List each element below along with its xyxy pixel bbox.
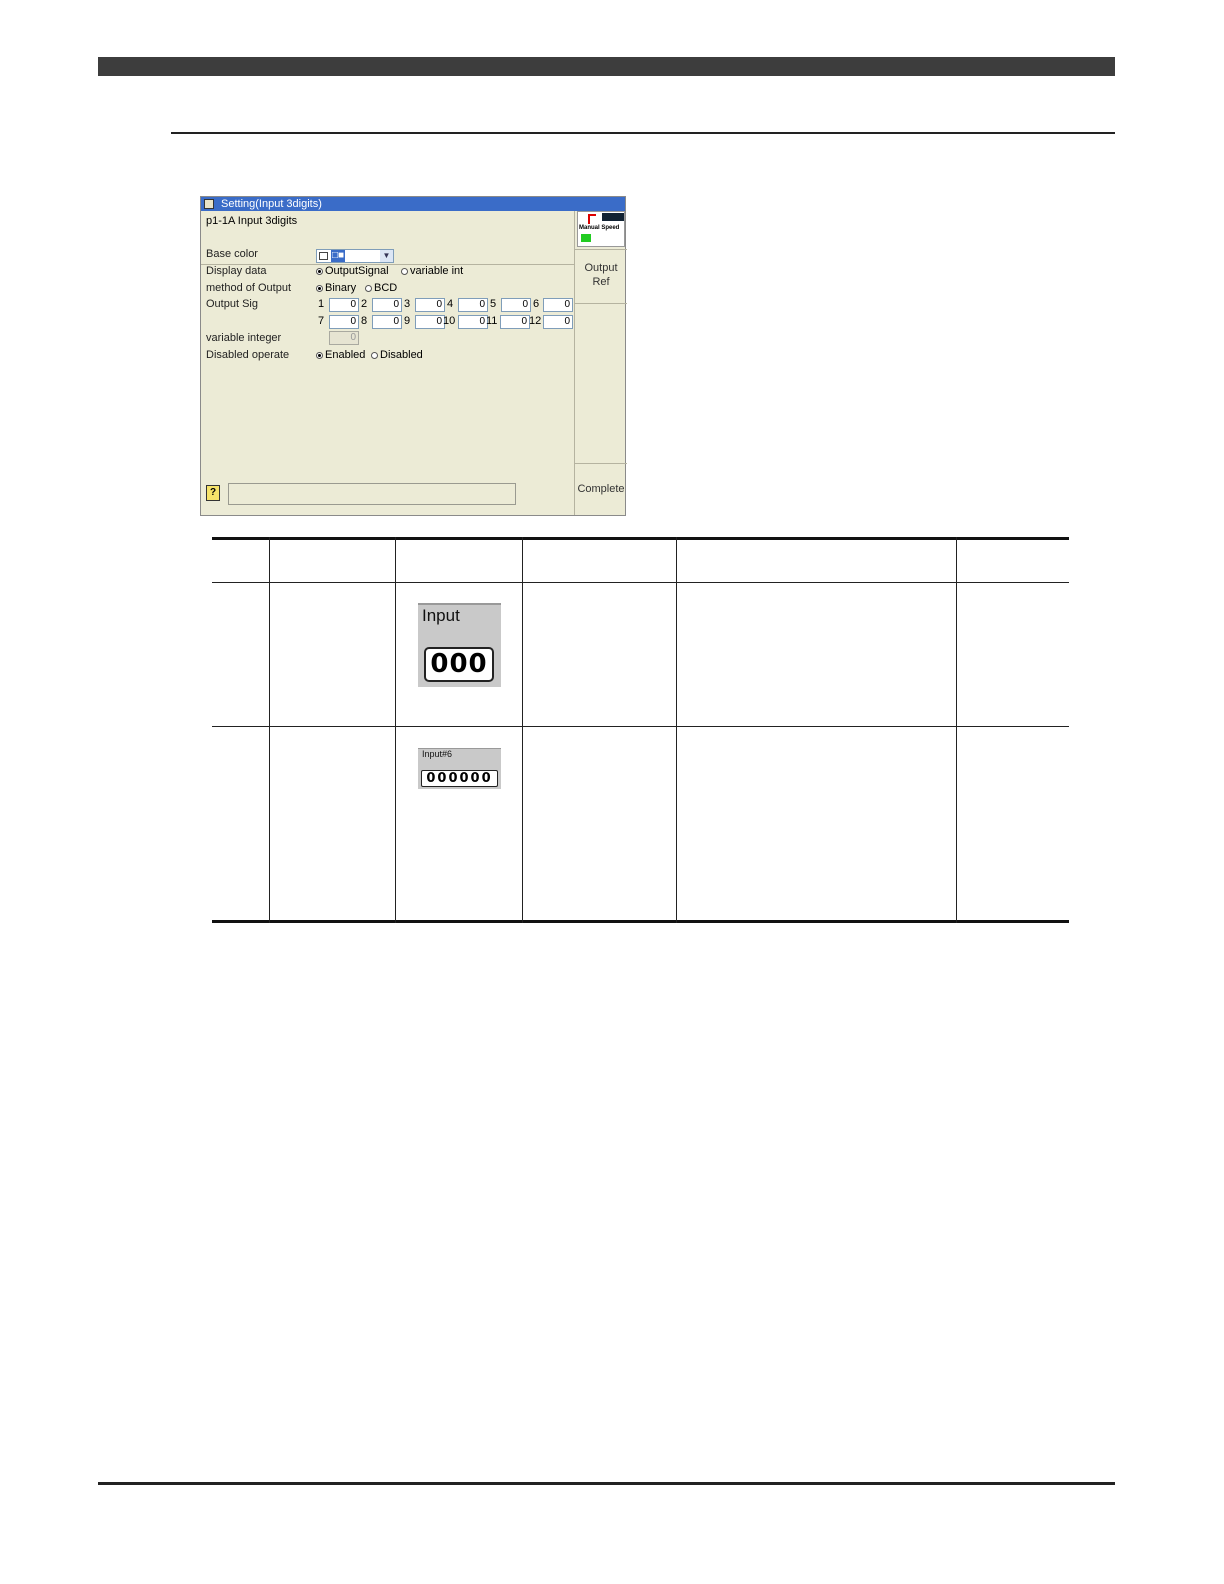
signal-number: 11 bbox=[486, 315, 498, 327]
message-bar bbox=[228, 483, 516, 505]
radio-label: Binary bbox=[325, 282, 357, 294]
signal-number: 3 bbox=[404, 298, 411, 310]
display-data-label: Display data bbox=[206, 265, 267, 277]
radio-selected-icon bbox=[316, 268, 323, 275]
signal-input[interactable]: 0 bbox=[500, 315, 530, 329]
radio-selected-icon bbox=[316, 352, 323, 359]
column-divider bbox=[522, 537, 523, 923]
parts-table: Input 000 Input#6 000000 bbox=[212, 537, 1069, 923]
table-top-rule bbox=[212, 537, 1069, 540]
divider bbox=[575, 249, 627, 250]
radio-label: BCD bbox=[374, 282, 398, 294]
radio-empty-icon bbox=[371, 352, 378, 359]
table-header-rule bbox=[212, 582, 1069, 583]
output-ref-label: Ref bbox=[592, 276, 610, 288]
signal-input[interactable]: 0 bbox=[329, 298, 359, 312]
input-3digits-sample: Input 000 bbox=[418, 603, 501, 687]
radio-empty-icon bbox=[365, 285, 372, 292]
sample-digits: 000000 bbox=[421, 770, 498, 787]
column-divider bbox=[676, 537, 677, 923]
dialog-title: Setting(Input 3digits) bbox=[221, 198, 322, 210]
method-output-label: method of Output bbox=[206, 282, 291, 294]
disabled-operate-label: Disabled operate bbox=[206, 349, 290, 361]
radio-label: Enabled bbox=[325, 349, 366, 361]
help-icon[interactable]: ? bbox=[206, 485, 220, 501]
signal-number: 5 bbox=[490, 298, 497, 310]
signal-input[interactable]: 0 bbox=[372, 298, 402, 312]
output-ref-button[interactable]: Output Ref bbox=[575, 262, 627, 288]
signal-number: 10 bbox=[443, 315, 456, 327]
signal-input[interactable]: 0 bbox=[458, 298, 488, 312]
status-indicator: Manual Speed bbox=[577, 211, 625, 247]
base-color-value: □■ bbox=[331, 250, 346, 262]
column-divider bbox=[395, 537, 396, 923]
robot-arm-icon bbox=[588, 214, 596, 224]
radio-disabled[interactable]: Disabled bbox=[371, 349, 423, 361]
radio-empty-icon bbox=[401, 268, 408, 275]
status-counter bbox=[602, 213, 624, 221]
signal-input[interactable]: 0 bbox=[458, 315, 488, 329]
complete-button[interactable]: Complete bbox=[575, 483, 627, 495]
signal-number: 2 bbox=[361, 298, 368, 310]
column-divider bbox=[269, 537, 270, 923]
color-swatch-icon bbox=[319, 252, 328, 260]
radio-enabled[interactable]: Enabled bbox=[316, 349, 365, 361]
settings-dialog: Setting(Input 3digits) p1-1A Input 3digi… bbox=[200, 196, 627, 516]
variable-integer-input[interactable]: 0 bbox=[329, 331, 359, 345]
signal-input[interactable]: 0 bbox=[543, 315, 573, 329]
signal-number: 8 bbox=[361, 315, 368, 327]
signal-input[interactable]: 0 bbox=[415, 298, 445, 312]
variable-integer-label: variable integer bbox=[206, 332, 282, 344]
sample-title: Input bbox=[422, 606, 460, 625]
section-rule bbox=[171, 132, 1115, 134]
signal-number: 1 bbox=[318, 298, 325, 310]
table-row-rule bbox=[212, 726, 1069, 727]
signal-number: 4 bbox=[447, 298, 454, 310]
base-color-label: Base color bbox=[206, 248, 258, 260]
side-panel: Manual Speed Output Ref Complete bbox=[574, 211, 627, 515]
base-color-select[interactable]: □■ ▼ bbox=[316, 249, 394, 263]
footer-rule bbox=[98, 1482, 1115, 1485]
manual-speed-label: Manual Speed bbox=[579, 225, 620, 231]
dialog-titlebar: Setting(Input 3digits) bbox=[201, 197, 625, 211]
output-sig-label: Output Sig bbox=[206, 298, 258, 310]
signal-number: 7 bbox=[318, 315, 325, 327]
dialog-subtitle: p1-1A Input 3digits bbox=[206, 215, 298, 227]
signal-input[interactable]: 0 bbox=[372, 315, 402, 329]
sample-digits: 000 bbox=[424, 647, 494, 682]
radio-variable-int[interactable]: variable int bbox=[401, 265, 463, 277]
signal-input[interactable]: 0 bbox=[415, 315, 445, 329]
signal-input[interactable]: 0 bbox=[329, 315, 359, 329]
signal-input[interactable]: 0 bbox=[543, 298, 573, 312]
input-6digits-sample: Input#6 000000 bbox=[418, 748, 501, 789]
radio-bcd[interactable]: BCD bbox=[365, 282, 397, 294]
header-bar bbox=[98, 57, 1115, 76]
signal-input[interactable]: 0 bbox=[501, 298, 531, 312]
radio-output-signal[interactable]: OutputSignal bbox=[316, 265, 389, 277]
column-divider bbox=[956, 537, 957, 923]
output-ref-label: Output bbox=[584, 262, 618, 274]
divider bbox=[575, 303, 627, 304]
sample-title: Input#6 bbox=[422, 749, 453, 759]
divider bbox=[575, 463, 627, 464]
chevron-down-icon[interactable]: ▼ bbox=[380, 250, 393, 262]
signal-number: 6 bbox=[533, 298, 540, 310]
radio-label: variable int bbox=[410, 265, 464, 277]
signal-number: 12 bbox=[529, 315, 542, 327]
window-icon bbox=[204, 199, 214, 209]
radio-binary[interactable]: Binary bbox=[316, 282, 356, 294]
table-bottom-rule bbox=[212, 920, 1069, 923]
speed-bar-icon bbox=[581, 234, 591, 242]
radio-label: Disabled bbox=[380, 349, 423, 361]
radio-selected-icon bbox=[316, 285, 323, 292]
signal-number: 9 bbox=[404, 315, 411, 327]
radio-label: OutputSignal bbox=[325, 265, 389, 277]
